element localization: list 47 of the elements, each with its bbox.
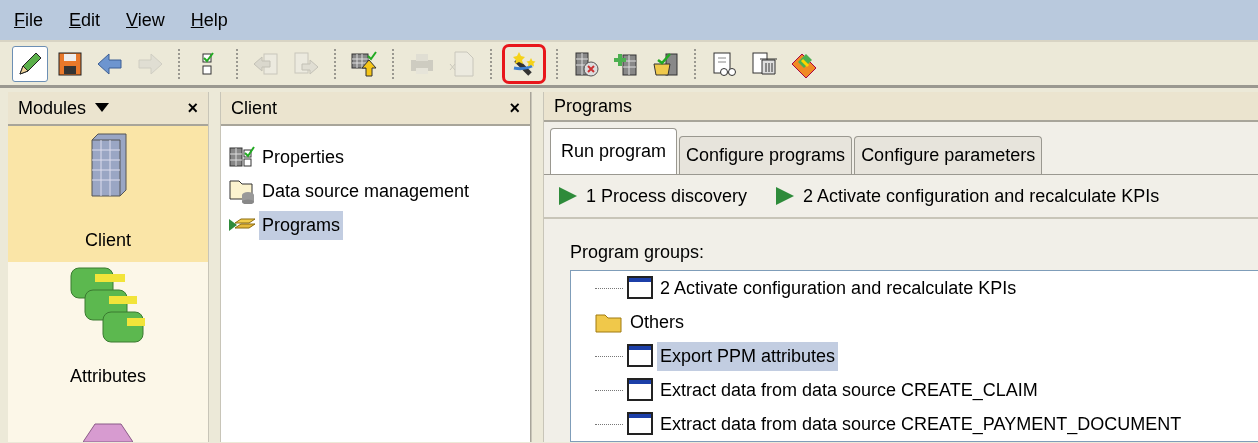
menu-item[interactable]: File	[14, 6, 43, 34]
play-icon	[558, 186, 578, 206]
building-checklist-icon	[229, 144, 255, 170]
tree-item[interactable]: Programs	[259, 210, 344, 240]
tree-item[interactable]: Data source management	[259, 176, 473, 206]
splitter-handle[interactable]	[208, 92, 221, 442]
window-icon	[627, 411, 653, 437]
toolbar-button[interactable]	[12, 45, 48, 82]
tree-item[interactable]: Export PPM attributes	[657, 341, 839, 371]
tag-stack-icon	[69, 266, 147, 346]
menu-item[interactable]: View	[126, 6, 165, 34]
document-trash-icon	[750, 49, 778, 78]
window-icon	[627, 275, 653, 301]
run-button[interactable]: 2 Activate configuration and recalculate KPIs	[765, 182, 1170, 210]
tab[interactable]: Configure parameters	[854, 136, 1043, 174]
tree-item[interactable]: Others	[627, 307, 688, 337]
tree-item[interactable]: 2 Activate configuration and recalculate KPIs	[657, 273, 1020, 303]
close-button[interactable]: ×	[187, 94, 198, 122]
menu-item[interactable]: Help	[190, 6, 228, 34]
close-button[interactable]: ×	[509, 94, 520, 122]
module-item[interactable]	[8, 398, 208, 442]
document-glasses-icon	[710, 49, 738, 78]
dropdown-caret-icon	[95, 103, 110, 113]
menu-item[interactable]: Edit	[69, 6, 101, 34]
tree-item[interactable]: Extract data from data source CREATE_CLAIM	[657, 375, 1041, 405]
grid-upload-icon	[350, 49, 378, 78]
run-button[interactable]: 1 Process discovery	[548, 182, 758, 210]
section-label: Program groups:	[570, 241, 706, 264]
folder-database-icon	[229, 178, 255, 204]
tree-item[interactable]: Extract data from data source CREATE_PAYMENT_DOCUMENT	[657, 409, 1185, 439]
folder-icon	[595, 311, 623, 333]
panel-title: Programs	[554, 94, 633, 118]
window-icon	[627, 377, 653, 403]
splitter-handle[interactable]	[531, 92, 544, 442]
window-icon	[627, 343, 653, 369]
building-delete-icon	[572, 49, 600, 78]
module-item[interactable]: Attributes	[8, 262, 208, 398]
xml-document-icon	[448, 49, 476, 78]
hexagon-icon	[83, 422, 133, 442]
panel-title: Client	[231, 96, 278, 120]
toolbar-button[interactable]	[502, 43, 546, 84]
tree-item[interactable]: Properties	[259, 142, 348, 172]
tab[interactable]: Run program	[550, 128, 678, 174]
tab[interactable]: Configure programs	[679, 136, 853, 174]
module-item[interactable]: Client	[8, 126, 208, 262]
panel-title: Modules	[18, 96, 87, 120]
play-icon	[775, 186, 796, 206]
